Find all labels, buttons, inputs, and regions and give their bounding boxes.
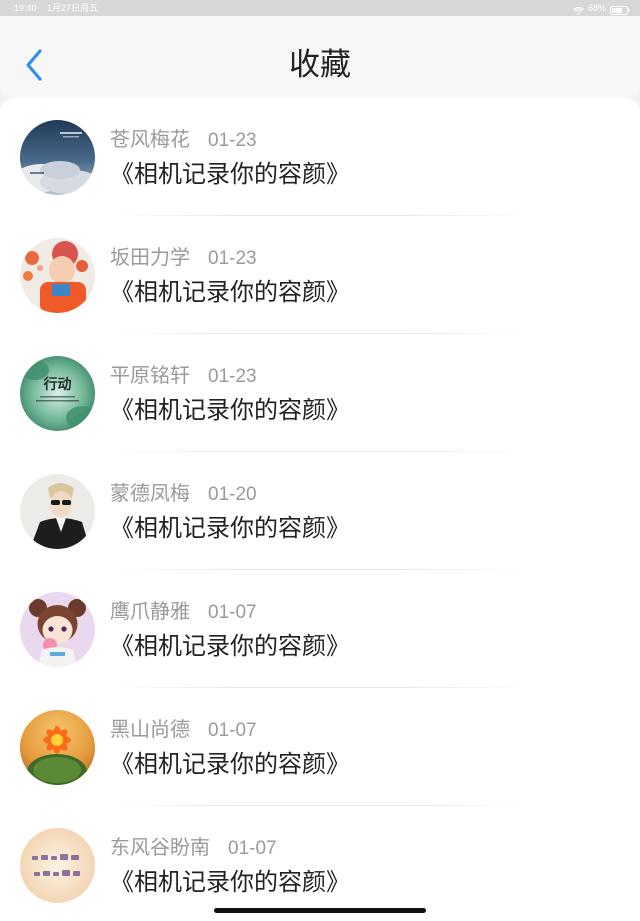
child-with-flowers-avatar (20, 238, 95, 313)
item-date: 01-20 (208, 484, 257, 505)
item-title: 《相机记录你的容颜》 (110, 278, 350, 306)
item-author: 坂田力学 (110, 245, 190, 269)
green-action-poster-avatar: 行动 (20, 356, 95, 431)
item-meta: 蒙德凤梅 01-20 (110, 480, 257, 508)
item-date: 01-07 (208, 720, 257, 741)
cloudy-sky-avatar (20, 120, 95, 195)
status-date: 1月27日周五 (47, 3, 99, 13)
item-date: 01-23 (208, 248, 257, 269)
list-item[interactable]: 坂田力学 01-23 《相机记录你的容颜》 (0, 216, 640, 334)
battery-icon (610, 4, 630, 15)
item-title: 《相机记录你的容颜》 (110, 868, 350, 896)
list-item[interactable]: 苍风梅花 01-23 《相机记录你的容颜》 (0, 98, 640, 216)
item-date: 01-07 (208, 602, 257, 623)
list-item[interactable]: 黑山尚德 01-07 《相机记录你的容颜》 (0, 688, 640, 806)
status-left: 19:40 1月27日周五 (14, 0, 106, 16)
item-title: 《相机记录你的容颜》 (110, 160, 350, 188)
home-indicator[interactable] (214, 908, 426, 913)
navigation-bar: 收藏 (0, 16, 640, 98)
avatar-text: 行动 (43, 376, 72, 393)
page-title: 收藏 (289, 47, 351, 83)
item-author: 鹰爪静雅 (110, 599, 190, 623)
item-meta: 黑山尚德 01-07 (110, 716, 257, 744)
item-meta: 东风谷盼南 01-07 (110, 834, 277, 862)
list-item[interactable]: 东风谷盼南 01-07 《相机记录你的容颜》 (0, 806, 640, 921)
item-title: 《相机记录你的容颜》 (110, 750, 350, 778)
anime-girl-avatar (20, 592, 95, 667)
item-meta: 坂田力学 01-23 (110, 244, 257, 272)
item-author: 苍风梅花 (110, 127, 190, 151)
item-title: 《相机记录你的容颜》 (110, 632, 350, 660)
list-item[interactable]: 鹰爪静雅 01-07 《相机记录你的容颜》 (0, 570, 640, 688)
calligraphy-avatar (20, 828, 95, 903)
item-title: 《相机记录你的容颜》 (110, 396, 350, 424)
status-time: 19:40 (14, 3, 37, 13)
cactus-flower-avatar (20, 710, 95, 785)
item-author: 东风谷盼南 (110, 835, 210, 859)
wifi-icon (573, 4, 584, 15)
item-author: 黑山尚德 (110, 717, 190, 741)
list-item[interactable]: 蒙德凤梅 01-20 《相机记录你的容颜》 (0, 452, 640, 570)
item-title: 《相机记录你的容颜》 (110, 514, 350, 542)
item-author: 蒙德凤梅 (110, 481, 190, 505)
item-date: 01-23 (208, 130, 257, 151)
item-date: 01-23 (208, 366, 257, 387)
status-right: 68% (573, 0, 630, 16)
item-meta: 鹰爪静雅 01-07 (110, 598, 257, 626)
favorites-list: 苍风梅花 01-23 《相机记录你的容颜》 坂田力学 01-23 《相机记录你的容颜… (0, 98, 640, 921)
man-with-sunglasses-avatar (20, 474, 95, 549)
item-meta: 苍风梅花 01-23 (110, 126, 257, 154)
status-bar: 19:40 1月27日周五 68% (0, 0, 640, 16)
item-date: 01-07 (228, 838, 277, 859)
list-item[interactable]: 行动 平原铭轩 01-23 《相机记录你的容颜》 (0, 334, 640, 452)
item-author: 平原铭轩 (110, 363, 190, 387)
battery-level: 68% (587, 3, 606, 13)
item-meta: 平原铭轩 01-23 (110, 362, 257, 390)
